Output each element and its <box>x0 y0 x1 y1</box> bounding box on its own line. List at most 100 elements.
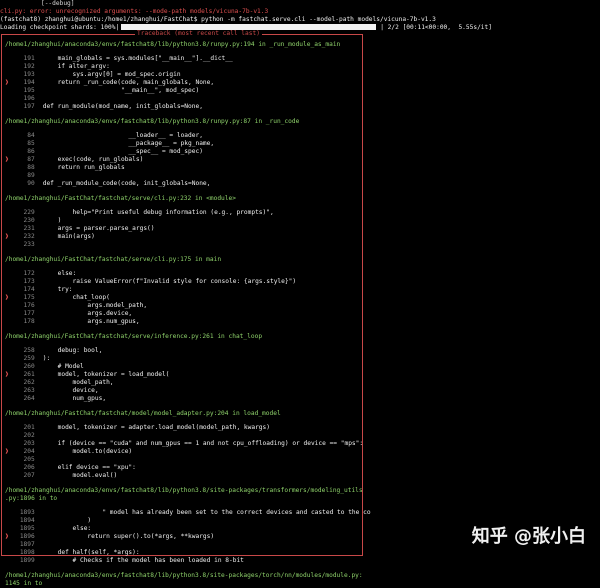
code-line: 86 __spec__ = mod_spec) <box>5 148 360 156</box>
code-line: 229 help="Print useful debug information… <box>5 209 360 217</box>
code-line: 197 def run_module(mod_name, init_globals… <box>5 103 360 111</box>
code-line: ❱ 175 chat_loop( <box>5 294 360 302</box>
frame-path: /home1/zhanghui/anaconda3/envs/fastchat8… <box>5 572 363 579</box>
code-text: sys.argv[0] = mod_spec.origin <box>42 71 181 78</box>
line-number: 86 <box>27 148 35 155</box>
terminal-window[interactable]: [--debug] cli.py: error: unrecognized ar… <box>0 0 600 587</box>
code-text: args.model_path, <box>42 302 148 309</box>
line-number: 177 <box>23 310 35 317</box>
code-text: args.num_gpus, <box>42 318 140 325</box>
line-number: 231 <box>23 225 35 232</box>
loading-progress-line: Loading checkpoint shards: 100%| | 2/2 [0… <box>0 24 600 32</box>
line-number: 264 <box>23 395 35 402</box>
code-line: ❱ 87 exec(code, run_globals) <box>5 156 360 164</box>
code-text: __package__ = pkg_name, <box>42 140 215 147</box>
watermark: 知乎 @张小白 <box>471 526 586 547</box>
code-line: 84 __loader__ = loader, <box>5 132 360 140</box>
code-text: model_path, <box>42 379 114 386</box>
code-text: help="Print useful debug information (e.… <box>42 209 274 216</box>
line-number: 197 <box>23 103 35 110</box>
code-line: 1894 ) <box>5 517 360 525</box>
code-line: 263 device, <box>5 387 360 395</box>
code-line: 260 # Model <box>5 363 360 371</box>
line-number: 88 <box>27 164 35 171</box>
line-number: 263 <box>23 387 35 394</box>
code-line: 173 raise ValueError(f"Invalid style for… <box>5 278 360 286</box>
line-number: 176 <box>23 302 35 309</box>
code-text: "__main__", mod_spec) <box>42 87 200 94</box>
line-number: 172 <box>23 270 35 277</box>
code-line: 176 args.model_path, <box>5 302 360 310</box>
code-text: __spec__ = mod_spec) <box>42 148 203 155</box>
code-line: ❱ 261 model, tokenizer = load_model( <box>5 371 360 379</box>
code-line: 1893 " model has already been set to the… <box>5 509 371 517</box>
code-line: 259): <box>5 355 360 363</box>
line-number: 258 <box>23 347 35 354</box>
code-line: 206 elif device == "xpu": <box>5 464 360 472</box>
code-text: num_gpus, <box>42 395 107 402</box>
code-text: args = parser.parse_args() <box>42 225 155 232</box>
code-text: ): <box>42 355 51 362</box>
line-number: 1893 <box>19 509 35 516</box>
line-number: 259 <box>23 355 35 362</box>
line-number: 196 <box>23 95 35 102</box>
code-line: ❱ 204 model.to(device) <box>5 448 360 456</box>
loading-prefix: Loading checkpoint shards: 100%| <box>0 24 120 31</box>
line-number: 1895 <box>19 525 35 532</box>
code-text: model, tokenizer = adapter.load_model(mo… <box>42 424 270 431</box>
code-line: 264 num_gpus, <box>5 395 360 403</box>
frame-path: /home1/zhanghui/FastChat/fastchat/serve/… <box>5 195 236 202</box>
code-text: model, tokenizer = load_model( <box>42 371 170 378</box>
code-text: # Model <box>42 363 84 370</box>
code-text: try: <box>42 286 73 293</box>
line-number: 206 <box>23 464 35 471</box>
line-number: 175 <box>23 294 35 301</box>
code-line: 258 debug: bool, <box>5 347 360 355</box>
code-line: 85 __package__ = pkg_name, <box>5 140 360 148</box>
code-text: else: <box>42 270 77 277</box>
traceback-title: Traceback (most recent call last) <box>135 30 262 38</box>
code-line: 89 <box>5 172 360 180</box>
line-number: 193 <box>23 71 35 78</box>
code-text: elif device == "xpu": <box>42 464 136 471</box>
line-number: 84 <box>27 132 35 139</box>
frame-path-continued: .py:1896 in to <box>5 495 58 502</box>
code-line: 191 main_globals = sys.modules["__main__… <box>5 55 360 63</box>
code-text: return run_globals <box>42 164 125 171</box>
line-number: 1894 <box>19 517 35 524</box>
code-text: if (device == "cuda" and num_gpus == 1 a… <box>42 440 364 447</box>
line-number: 87 <box>27 156 35 163</box>
code-text: ) <box>42 517 92 524</box>
code-line: 172 else: <box>5 270 360 278</box>
line-number: 194 <box>23 79 35 86</box>
code-line: 195 "__main__", mod_spec) <box>5 87 360 95</box>
code-line: 205 <box>5 456 360 464</box>
line-number: 90 <box>27 180 35 187</box>
code-text: def run_module(mod_name, init_globals=No… <box>42 103 203 110</box>
shell-prompt-line: (fastchat8) zhanghui@ubuntu:/home1/zhang… <box>0 16 436 23</box>
code-text: def _run_module_code(code, init_globals=… <box>42 180 211 187</box>
code-text: __loader__ = loader, <box>42 132 203 139</box>
code-text: exec(code, run_globals) <box>42 156 144 163</box>
loading-suffix: | 2/2 [00:11<00:00, 5.55s/it] <box>380 24 492 31</box>
frame-path: /home1/zhanghui/anaconda3/envs/fastchat8… <box>5 118 300 125</box>
code-line: 193 sys.argv[0] = mod_spec.origin <box>5 71 360 79</box>
code-text: device, <box>42 387 99 394</box>
code-line: 233 <box>5 241 360 249</box>
code-text: args.device, <box>42 310 133 317</box>
line-number: 203 <box>23 440 35 447</box>
code-line: 1897 <box>5 541 360 549</box>
code-text: " model has already been set to the corr… <box>42 509 371 516</box>
line-number: 89 <box>27 172 35 179</box>
code-line: 207 model.eval() <box>5 472 360 480</box>
line-number: 178 <box>23 318 35 325</box>
code-line: 88 return run_globals <box>5 164 360 172</box>
code-line: 230 ) <box>5 217 360 225</box>
frame-path: /home1/zhanghui/FastChat/fastchat/serve/… <box>5 333 263 340</box>
code-text: main(args) <box>42 233 95 240</box>
line-number: 174 <box>23 286 35 293</box>
line-number: 233 <box>23 241 35 248</box>
code-line: 262 model_path, <box>5 379 360 387</box>
code-line: 174 try: <box>5 286 360 294</box>
line-number: 1899 <box>19 557 35 564</box>
